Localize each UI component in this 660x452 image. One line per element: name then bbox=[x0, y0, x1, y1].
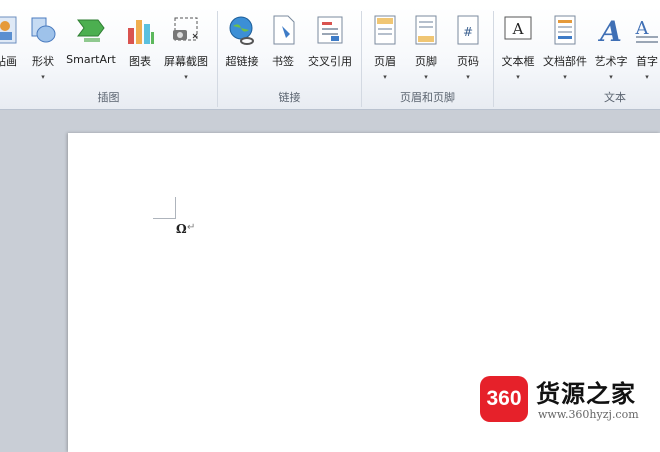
svg-text:A: A bbox=[512, 20, 524, 38]
bookmark-icon bbox=[273, 15, 295, 45]
chart-icon bbox=[128, 20, 154, 44]
cross-reference-icon bbox=[317, 16, 343, 44]
header-label: 页眉 bbox=[374, 55, 396, 68]
smartart-icon bbox=[77, 19, 105, 42]
watermark-logo: 360 bbox=[480, 376, 528, 422]
group-text: A 文本框 ▾ 文档部件 ▾ A 艺术字 ▾ A 首字 ▾ 文本 bbox=[494, 7, 660, 109]
text-box-dropdown-icon[interactable]: ▾ bbox=[516, 73, 520, 81]
drop-cap-icon: A bbox=[635, 18, 658, 43]
smartart-button[interactable]: SmartArt bbox=[62, 10, 120, 88]
header-icon bbox=[374, 15, 396, 45]
watermark: 360 货源之家 www.360hyzj.com bbox=[480, 374, 658, 426]
shapes-label: 形状 bbox=[32, 55, 54, 68]
group-header-footer: 页眉 ▾ 页脚 ▾ # 页码 ▾ 页眉和页脚 bbox=[362, 7, 493, 109]
group-label-illustrations: 插图 bbox=[97, 91, 120, 104]
text-box-icon: A bbox=[504, 16, 532, 40]
page-number-button[interactable]: # 页码 ▾ bbox=[450, 10, 486, 88]
ribbon-tab-strip bbox=[0, 0, 660, 7]
svg-text:A: A bbox=[635, 18, 650, 39]
clip-art-icon bbox=[0, 16, 17, 44]
quick-parts-icon bbox=[554, 15, 576, 45]
footer-button[interactable]: 页脚 ▾ bbox=[408, 10, 444, 88]
cross-reference-label: 交叉引用 bbox=[308, 55, 352, 68]
svg-text:#: # bbox=[463, 25, 473, 39]
header-dropdown-icon[interactable]: ▾ bbox=[383, 73, 387, 81]
group-label-links: 链接 bbox=[278, 91, 301, 104]
chart-button[interactable]: 图表 bbox=[122, 10, 158, 88]
hyperlink-icon bbox=[229, 16, 254, 45]
wordart-dropdown-icon[interactable]: ▾ bbox=[609, 73, 613, 81]
svg-text:A: A bbox=[597, 15, 622, 46]
clip-art-label: 贴画 bbox=[0, 55, 17, 68]
footer-dropdown-icon[interactable]: ▾ bbox=[424, 73, 428, 81]
drop-cap-button[interactable]: A 首字 ▾ bbox=[632, 10, 660, 88]
quick-parts-label: 文档部件 bbox=[543, 55, 587, 68]
shapes-button[interactable]: 形状 ▾ bbox=[25, 10, 61, 88]
group-illustrations: 贴画 形状 ▾ SmartArt 图表 屏幕截图 ▾ 插图 bbox=[0, 7, 217, 109]
hyperlink-label: 超链接 bbox=[225, 55, 259, 68]
footer-label: 页脚 bbox=[415, 55, 437, 68]
hyperlink-button[interactable]: 超链接 bbox=[220, 10, 264, 88]
page-number-icon: # bbox=[457, 15, 479, 45]
screenshot-icon bbox=[173, 17, 198, 41]
chart-label: 图表 bbox=[129, 55, 151, 68]
screenshot-button[interactable]: 屏幕截图 ▾ bbox=[160, 10, 212, 88]
group-label-header-footer: 页眉和页脚 bbox=[400, 91, 455, 104]
wordart-icon: A bbox=[597, 15, 622, 46]
drop-cap-label: 首字 bbox=[636, 55, 658, 68]
page-number-dropdown-icon[interactable]: ▾ bbox=[466, 73, 470, 81]
header-button[interactable]: 页眉 ▾ bbox=[367, 10, 403, 88]
group-links: 超链接 书签 交叉引用 链接 bbox=[218, 7, 361, 109]
margin-mark-vertical bbox=[175, 197, 176, 219]
margin-mark-horizontal bbox=[153, 218, 175, 219]
smartart-label: SmartArt bbox=[66, 53, 116, 66]
screenshot-label: 屏幕截图 bbox=[164, 55, 208, 68]
paragraph-mark: ↵ bbox=[187, 222, 196, 233]
footer-icon bbox=[415, 15, 437, 45]
bookmark-button[interactable]: 书签 bbox=[266, 10, 300, 88]
screenshot-dropdown-icon[interactable]: ▾ bbox=[184, 73, 188, 81]
drop-cap-dropdown-icon[interactable]: ▾ bbox=[645, 73, 649, 81]
wordart-button[interactable]: A 艺术字 ▾ bbox=[592, 10, 630, 88]
watermark-title: 货源之家 bbox=[536, 379, 636, 408]
watermark-url: www.360hyzj.com bbox=[538, 408, 639, 421]
quick-parts-dropdown-icon[interactable]: ▾ bbox=[563, 73, 567, 81]
cross-reference-button[interactable]: 交叉引用 bbox=[304, 10, 356, 88]
text-box-label: 文本框 bbox=[501, 55, 535, 68]
ribbon: 贴画 形状 ▾ SmartArt 图表 屏幕截图 ▾ 插图 超链接 书签 交叉引… bbox=[0, 7, 660, 110]
bookmark-label: 书签 bbox=[272, 55, 294, 68]
page-number-label: 页码 bbox=[457, 55, 479, 68]
shapes-dropdown-icon[interactable]: ▾ bbox=[41, 73, 45, 81]
text-box-button[interactable]: A 文本框 ▾ bbox=[498, 10, 538, 88]
shapes-icon bbox=[31, 17, 56, 43]
wordart-label: 艺术字 bbox=[594, 55, 628, 68]
quick-parts-button[interactable]: 文档部件 ▾ bbox=[540, 10, 590, 88]
group-label-text: 文本 bbox=[604, 91, 626, 104]
clip-art-button[interactable]: 贴画 bbox=[0, 10, 24, 88]
inserted-symbol: Ω bbox=[176, 222, 187, 236]
